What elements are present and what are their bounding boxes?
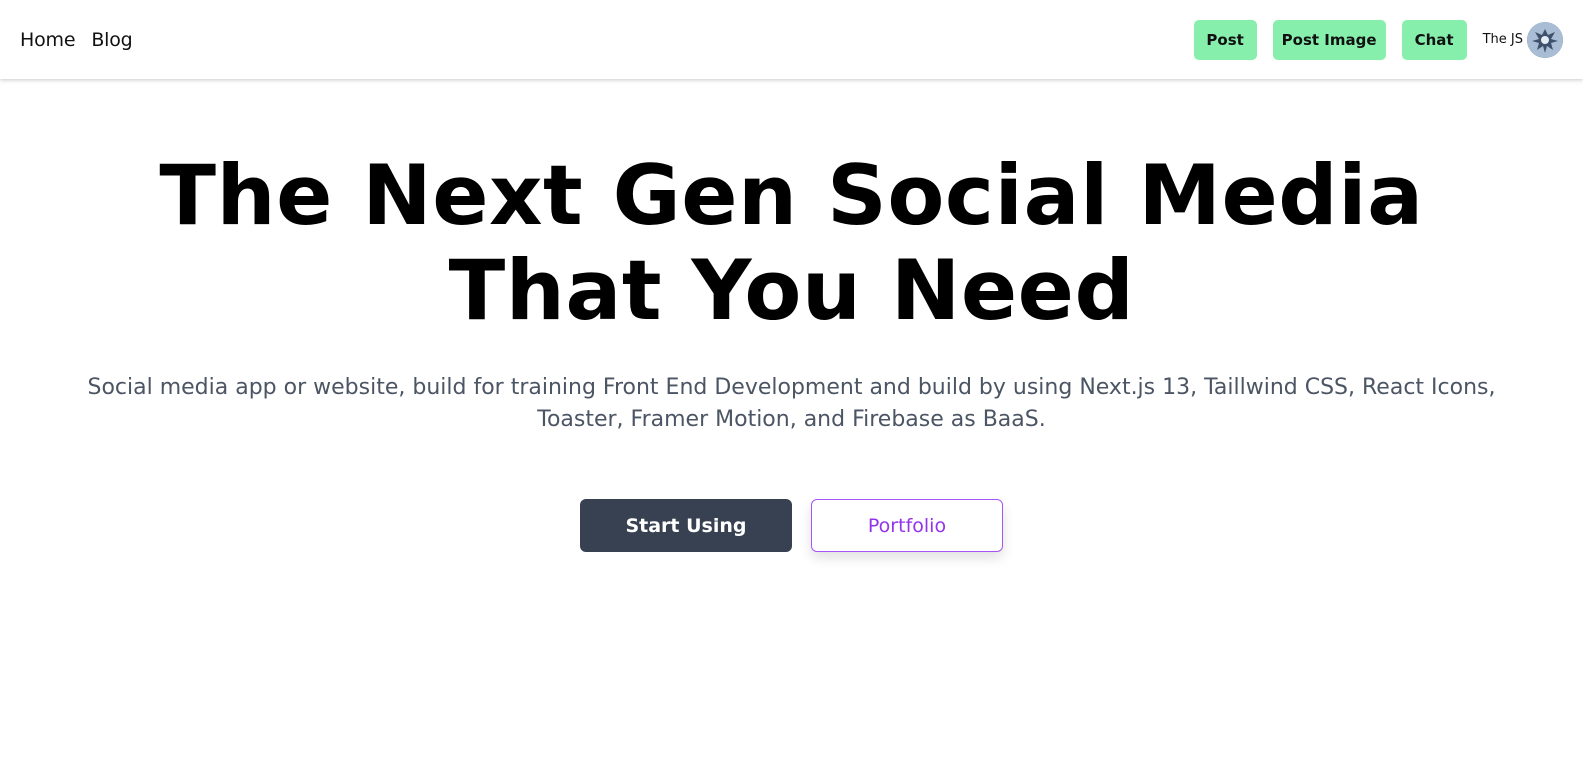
top-navbar: Home Blog Post Post Image Chat The JS — [0, 0, 1583, 79]
avatar-image-icon — [1527, 21, 1563, 58]
user-menu[interactable]: The JS — [1482, 21, 1563, 58]
chat-button[interactable]: Chat — [1401, 19, 1467, 60]
nav-link-blog[interactable]: Blog — [91, 29, 132, 51]
user-name: The JS — [1482, 32, 1523, 47]
post-button[interactable]: Post — [1193, 19, 1257, 60]
nav-links: Home Blog — [20, 29, 133, 51]
hero-title-line2: That You Need — [448, 242, 1135, 339]
start-using-button[interactable]: Start Using — [580, 499, 792, 552]
portfolio-button[interactable]: Portfolio — [811, 499, 1003, 552]
post-image-button[interactable]: Post Image — [1272, 19, 1386, 60]
nav-actions: Post Post Image Chat The JS — [1193, 19, 1563, 60]
avatar[interactable] — [1527, 21, 1563, 58]
nav-link-home[interactable]: Home — [20, 29, 76, 51]
hero-subtitle: Social media app or website, build for t… — [87, 375, 1496, 432]
hero-actions: Start Using Portfolio — [0, 499, 1583, 552]
hero-title-line1: The Next Gen Social Media — [159, 147, 1424, 244]
hero-title: The Next Gen Social Media That You Need — [0, 148, 1583, 338]
